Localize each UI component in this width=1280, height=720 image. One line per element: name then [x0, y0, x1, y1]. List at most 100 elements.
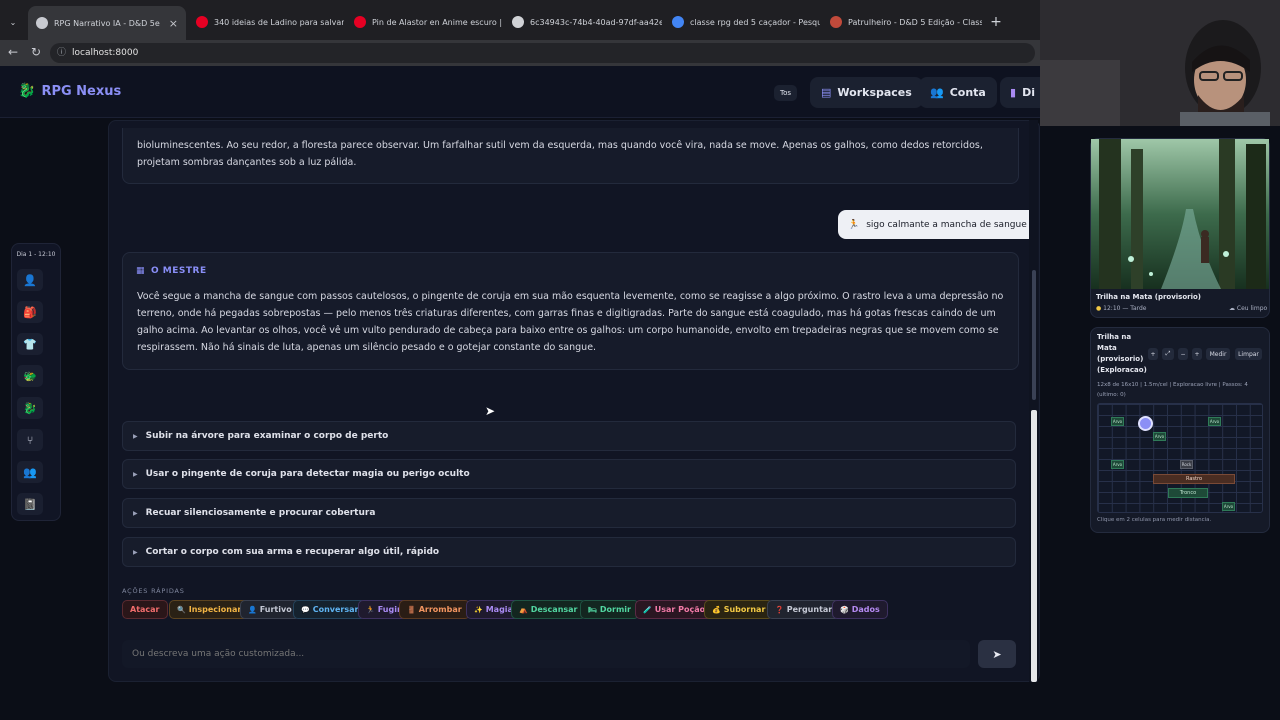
tos-button[interactable]: Tos [774, 85, 798, 101]
player-token[interactable] [1138, 416, 1153, 431]
quick-action-dados[interactable]: 🎲 Dados [832, 600, 888, 619]
action-icon: ✨ [474, 605, 483, 614]
map-cell-tree[interactable]: Arvo [1208, 417, 1221, 426]
caret-right-icon: ▶ [133, 509, 138, 517]
outer-scrollbar-thumb[interactable] [1031, 410, 1037, 682]
tab-label: Pin de Alastor en Anime escuro | A [372, 17, 502, 27]
scene-weather-text: Ceu limpo [1236, 305, 1268, 312]
scrollbar-thumb[interactable] [1032, 270, 1036, 400]
bestiary-button[interactable]: 🐉 [17, 397, 43, 419]
tab-ladino[interactable]: 340 ideias de Ladino para salvar h × [188, 8, 344, 36]
tab-list-button[interactable]: ⌄ [4, 8, 22, 36]
choice-option[interactable]: ▶ Usar o pingente de coruja para detectar… [122, 459, 1016, 489]
conta-button[interactable]: 👥 Conta [919, 77, 997, 108]
caret-right-icon: ▶ [133, 432, 138, 440]
equipment-button[interactable]: 👕 [17, 333, 43, 355]
scene-time: ● 12:10 — Tarde [1096, 305, 1147, 312]
action-icon: 🛏 [588, 605, 597, 614]
character-button[interactable]: 👤 [17, 269, 43, 291]
quick-action-atacar[interactable]: Atacar [122, 600, 168, 619]
site-icon [830, 16, 842, 28]
close-icon[interactable]: × [165, 17, 178, 30]
tab-label: RPG Narrativo IA - D&D 5e [54, 18, 160, 28]
tab-rpg-narrativo[interactable]: RPG Narrativo IA - D&D 5e × [28, 6, 186, 40]
cloud-icon: ☁ [1229, 305, 1235, 312]
send-button[interactable]: ➤ [978, 640, 1016, 668]
map-cell-tree[interactable]: Arvo [1222, 502, 1235, 511]
site-info-icon[interactable]: ⓘ [57, 43, 66, 63]
creatures-button[interactable]: 🐲 [17, 365, 43, 387]
day-time-label: Dia 1 - 12:10 [16, 251, 56, 258]
tab-alastor[interactable]: Pin de Alastor en Anime escuro | A × [346, 8, 502, 36]
quick-action-perguntar[interactable]: ❓ Perguntar [767, 600, 841, 619]
book-icon: 📓 [23, 497, 37, 511]
quick-action-arrombar[interactable]: 🚪 Arrombar [399, 600, 470, 619]
map-cell-rock[interactable]: Rock [1180, 460, 1193, 469]
map-cell-tree[interactable]: Arvo [1111, 460, 1124, 469]
add-token-button[interactable]: + [1148, 348, 1158, 360]
tactical-map-grid[interactable]: Arvo Arvo Arvo Arvo Rock Rastro Tronco A… [1097, 403, 1263, 513]
tab-label: classe rpg ded 5 caçador - Pesquis [690, 17, 820, 27]
shirt-icon: 👕 [23, 337, 37, 351]
tab-pesquisa[interactable]: classe rpg ded 5 caçador - Pesquis × [664, 8, 820, 36]
action-label: Arrombar [418, 605, 462, 614]
zoom-out-button[interactable]: − [1178, 348, 1188, 360]
party-button[interactable]: 👥 [17, 461, 43, 483]
tab-patrulheiro[interactable]: Patrulheiro - D&D 5 Edição - Class × [822, 8, 982, 36]
quick-action-conversar[interactable]: 💬 Conversar [293, 600, 367, 619]
quick-action-inspecionar[interactable]: 🔍 Inspecionar [169, 600, 250, 619]
scene-weather: ☁ Ceu limpo [1229, 305, 1267, 312]
address-bar[interactable]: ⓘ localhost:8000 [50, 43, 1035, 63]
master-label: ▦ O MESTRE [136, 266, 207, 276]
story-panel [108, 120, 1040, 682]
map-cell-trail[interactable]: Rastro [1153, 474, 1235, 484]
sun-icon: ● [1096, 305, 1102, 312]
narration-text: bioluminescentes. Ao seu redor, a flores… [137, 140, 983, 168]
scene-title: Trilha na Mata (provisorio) [1096, 293, 1202, 301]
choice-option[interactable]: ▶ Cortar o corpo com sua arma e recuperar… [122, 537, 1016, 567]
globe-icon [512, 16, 524, 28]
book-icon: ▮ [1010, 86, 1017, 99]
dragon-icon: 🐲 [23, 369, 37, 383]
reload-icon[interactable]: ↻ [31, 45, 41, 59]
zoom-in-button[interactable]: + [1192, 348, 1202, 360]
quick-actions-title: AÇÕES RÁPIDAS [122, 587, 185, 595]
quick-action-furtivo[interactable]: 👤 Furtivo [240, 600, 300, 619]
workspaces-button[interactable]: ▤ Workspaces [810, 77, 923, 108]
paper-plane-icon: ➤ [992, 647, 1002, 661]
master-response-block: Você segue a mancha de sangue com passos… [122, 252, 1019, 370]
cut-off-button[interactable]: ▮ Di [1000, 77, 1040, 108]
quick-action-dormir[interactable]: 🛏 Dormir [580, 600, 639, 619]
cell-label: Tronco [1179, 490, 1197, 496]
fit-map-button[interactable]: ⤢ [1162, 348, 1174, 360]
custom-action-input[interactable] [122, 640, 970, 668]
dragon-logo-icon: 🐉 [18, 83, 36, 99]
mouse-cursor: ➤ [485, 404, 496, 418]
clear-button[interactable]: Limpar [1235, 348, 1262, 360]
action-label: Dormir [599, 605, 631, 614]
choice-option[interactable]: ▶ Subir na árvore para examinar o corpo d… [122, 421, 1016, 451]
quick-action-usar-poção[interactable]: 🧪 Usar Poção [635, 600, 714, 619]
brand-name: RPG Nexus [41, 83, 122, 99]
conta-label: Conta [949, 86, 986, 99]
new-tab-button[interactable]: + [986, 8, 1006, 36]
map-info: 12x8 de 16x10 | 1.5m/cel | Exploracao li… [1097, 382, 1248, 398]
tab-uuid[interactable]: 6c34943c-74b4-40ad-97df-aa42e × [504, 8, 662, 36]
map-cell-log[interactable]: Tronco [1168, 488, 1208, 498]
choice-option[interactable]: ▶ Recuar silenciosamente e procurar cober… [122, 498, 1016, 528]
inventory-button[interactable]: 🎒 [17, 301, 43, 323]
button-label: − [1180, 350, 1186, 358]
choice-label: Cortar o corpo com sua arma e recuperar … [145, 547, 440, 557]
button-label: + [1150, 350, 1156, 358]
quick-action-subornar[interactable]: 💰 Subornar [704, 600, 774, 619]
action-icon: 👤 [248, 605, 257, 614]
skills-button[interactable]: ⑂ [17, 429, 43, 451]
journal-button[interactable]: 📓 [17, 493, 43, 515]
quick-action-descansar[interactable]: ⛺ Descansar [511, 600, 586, 619]
map-cell-tree[interactable]: Arvo [1153, 432, 1166, 441]
map-cell-tree[interactable]: Arvo [1111, 417, 1124, 426]
user-icon: 👥 [930, 86, 944, 99]
brand-logo[interactable]: 🐉 RPG Nexus [18, 83, 121, 99]
measure-button[interactable]: Medir [1206, 348, 1230, 360]
back-arrow-icon[interactable]: ← [8, 45, 18, 59]
